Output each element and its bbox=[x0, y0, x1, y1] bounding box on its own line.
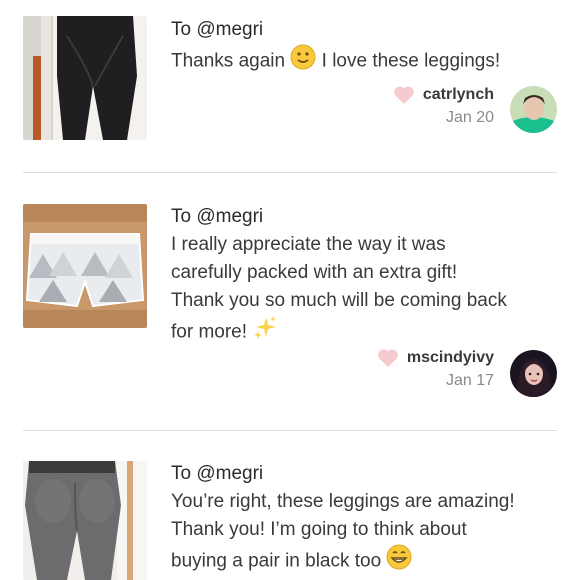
recipient-label: To @megri bbox=[171, 463, 264, 484]
note-date: Jan 17 bbox=[445, 372, 494, 389]
note-date: Jan 20 bbox=[445, 109, 494, 126]
message-text: Thanks again bbox=[171, 50, 286, 72]
user-avatar[interactable] bbox=[510, 350, 557, 397]
message-text: buying a pair in black too bbox=[171, 550, 382, 572]
username-link[interactable]: catrlynch bbox=[423, 86, 494, 104]
note-message: Thanks again I love these leggings! bbox=[171, 44, 561, 79]
love-note: To @megri You’re right, these leggings a… bbox=[0, 430, 580, 580]
slightly-smiling-face-icon bbox=[290, 44, 316, 79]
listing-thumbnail[interactable] bbox=[23, 16, 147, 140]
heart-icon bbox=[378, 349, 398, 367]
message-text: Thank you! I’m going to think about bbox=[171, 519, 467, 540]
user-avatar[interactable] bbox=[510, 86, 557, 133]
heart-icon bbox=[394, 86, 414, 104]
message-text: You’re right, these leggings are amazing… bbox=[171, 491, 515, 512]
message-text: I love these leggings! bbox=[321, 50, 501, 72]
username-link[interactable]: mscindyivy bbox=[407, 349, 494, 367]
recipient-label: To @megri bbox=[171, 206, 264, 227]
note-message: I really appreciate the way it was caref… bbox=[171, 231, 561, 350]
grinning-face-icon bbox=[386, 544, 412, 579]
message-text: carefully packed with an extra gift! bbox=[171, 262, 458, 283]
message-text: Thank you so much will be coming back bbox=[171, 290, 507, 311]
listing-thumbnail[interactable] bbox=[23, 461, 147, 580]
sparkles-icon bbox=[252, 315, 278, 350]
listing-thumbnail[interactable] bbox=[23, 204, 147, 328]
message-text: I really appreciate the way it was bbox=[171, 234, 446, 255]
note-message: You’re right, these leggings are amazing… bbox=[171, 488, 561, 579]
love-notes-feed: To @megri Thanks again I love these legg… bbox=[0, 0, 580, 580]
message-text: for more! bbox=[171, 321, 248, 343]
love-note: To @megri Thanks again I love these legg… bbox=[0, 0, 580, 172]
love-note: To @megri I really appreciate the way it… bbox=[0, 172, 580, 430]
recipient-label: To @megri bbox=[171, 19, 264, 40]
